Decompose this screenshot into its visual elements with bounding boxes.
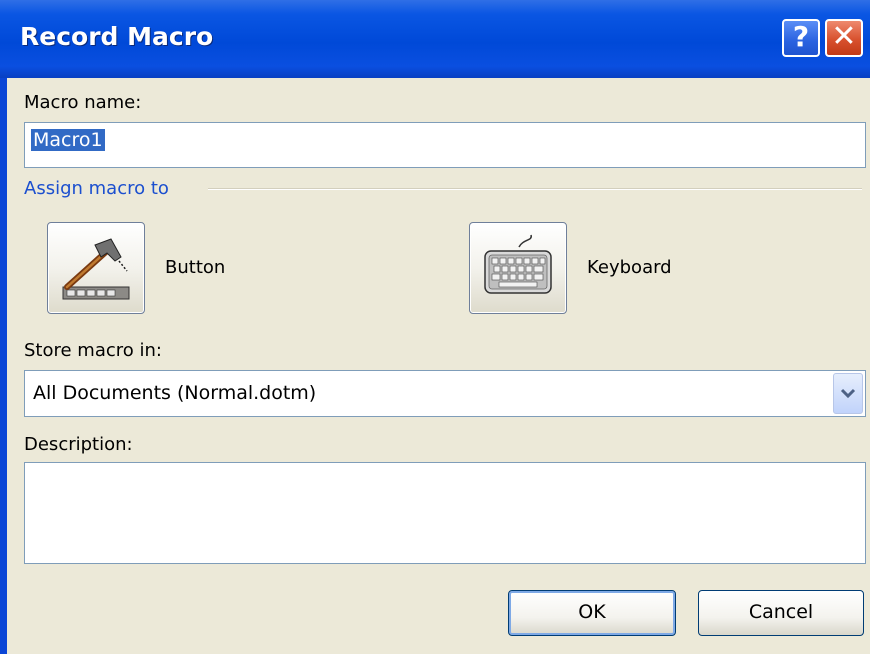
title-bar[interactable]: Record Macro ? ✕ (0, 0, 870, 78)
assign-button-label: Button (165, 257, 226, 278)
window-border (0, 78, 7, 654)
help-button[interactable]: ? (782, 19, 820, 57)
keyboard-icon (484, 234, 552, 294)
chevron-down-icon (840, 388, 856, 399)
store-macro-select[interactable]: All Documents (Normal.dotm) (24, 370, 866, 417)
store-macro-label: Store macro in: (24, 340, 162, 361)
ok-button[interactable]: OK (508, 590, 676, 636)
cancel-button[interactable]: Cancel (698, 590, 864, 636)
macro-name-value: Macro1 (31, 129, 105, 151)
assign-keyboard-label: Keyboard (587, 257, 672, 278)
close-icon: ✕ (831, 19, 857, 54)
close-button[interactable]: ✕ (825, 19, 863, 57)
macro-name-input[interactable]: Macro1 (24, 122, 866, 168)
dropdown-arrow-button[interactable] (833, 373, 863, 414)
description-textarea[interactable] (24, 462, 866, 564)
assign-button-button[interactable] (47, 222, 145, 314)
section-divider (208, 188, 862, 190)
assign-keyboard-button[interactable] (469, 222, 567, 314)
help-icon: ? (792, 20, 810, 53)
assign-macro-section-title: Assign macro to (24, 178, 169, 199)
hammer-icon (62, 238, 130, 300)
store-macro-value: All Documents (Normal.dotm) (33, 382, 317, 404)
description-label: Description: (24, 434, 133, 455)
macro-name-label: Macro name: (24, 92, 142, 113)
window-title: Record Macro (20, 22, 214, 51)
